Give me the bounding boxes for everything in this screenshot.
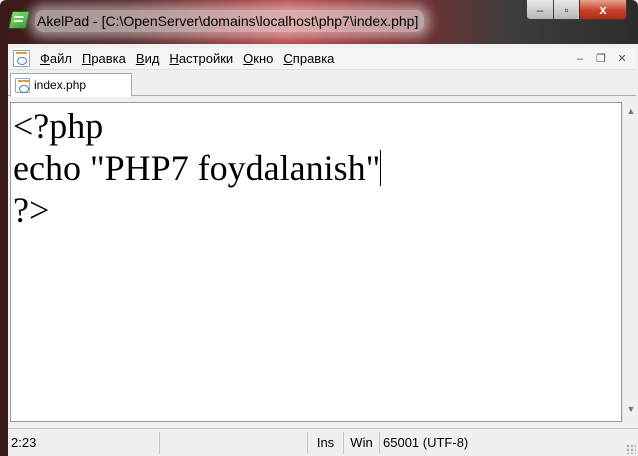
code-line: echo "PHP7 foydalanish"	[13, 147, 621, 189]
php-document-icon[interactable]	[13, 50, 30, 67]
window-title: AkelPad - [C:\OpenServer\domains\localho…	[35, 10, 425, 32]
text-caret	[380, 150, 382, 186]
cursor-position[interactable]: 2:23	[8, 431, 160, 454]
mdi-restore-icon[interactable]: ❐	[593, 52, 609, 66]
menu-file[interactable]: Файл	[36, 48, 78, 70]
menu-bar: Файл Правка Вид Настройки Окно Справка –…	[8, 48, 636, 70]
title-bar[interactable]: AkelPad - [C:\OpenServer\domains\localho…	[0, 0, 638, 44]
app-window: AkelPad - [C:\OpenServer\domains\localho…	[0, 0, 638, 456]
menu-settings[interactable]: Настройки	[165, 48, 239, 70]
code-line: ?>	[13, 190, 50, 230]
maximize-icon: ▫	[564, 2, 569, 17]
menu-view[interactable]: Вид	[132, 48, 166, 70]
scroll-down-icon[interactable]: ▼	[626, 404, 636, 414]
php-document-icon	[15, 77, 30, 93]
newline-format[interactable]: Win	[344, 431, 380, 454]
insert-mode[interactable]: Ins	[308, 431, 344, 454]
mdi-minimize-icon[interactable]: –	[572, 52, 588, 66]
code-line-text: echo "PHP7 foydalanish"	[13, 148, 381, 188]
maximize-button[interactable]: ▫	[553, 0, 580, 20]
tab-label: index.php	[34, 78, 87, 92]
tab-index-php[interactable]: index.php	[10, 73, 132, 97]
menu-edit[interactable]: Правка	[78, 48, 132, 70]
menu-window[interactable]: Окно	[239, 48, 279, 70]
scroll-up-icon[interactable]: ▲	[626, 106, 636, 116]
minimize-icon: –	[536, 2, 544, 17]
encoding[interactable]: 65001 (UTF-8)	[380, 432, 500, 454]
client-area: Файл Правка Вид Настройки Окно Справка –…	[8, 44, 638, 456]
minimize-button[interactable]: –	[526, 0, 554, 20]
akelpad-icon[interactable]	[8, 11, 30, 29]
code-editor[interactable]: <?php echo "PHP7 foydalanish" ?>	[10, 102, 622, 422]
vertical-scrollbar[interactable]: ▲ ▼	[622, 102, 638, 422]
close-icon: x	[599, 2, 607, 17]
status-bar: 2:23 Ins Win 65001 (UTF-8)	[8, 428, 638, 456]
menu-help[interactable]: Справка	[279, 48, 340, 70]
mdi-close-icon[interactable]: ✕	[614, 52, 630, 66]
close-button[interactable]: x	[579, 0, 627, 20]
status-blank	[160, 431, 308, 454]
resize-grip-icon[interactable]	[626, 444, 636, 454]
code-line: <?php	[13, 106, 104, 146]
tab-bar: index.php	[8, 71, 636, 97]
